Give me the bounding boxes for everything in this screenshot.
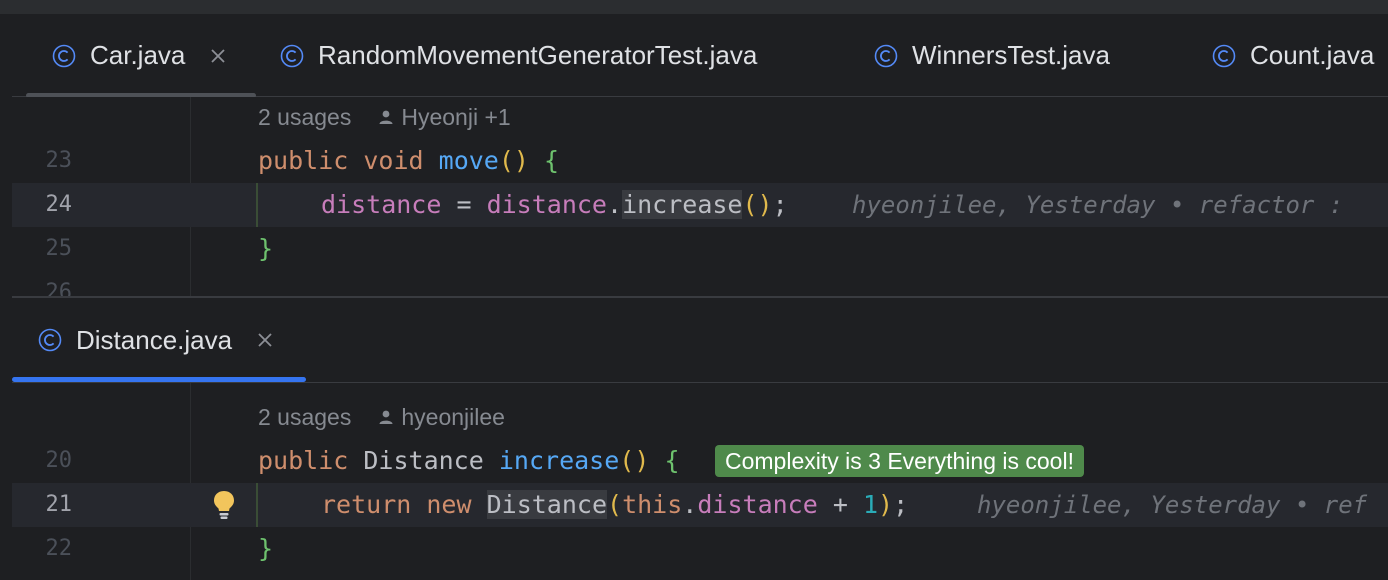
class-icon (280, 44, 304, 67)
lightbulb-icon[interactable] (212, 490, 236, 520)
code-author[interactable]: hyeonjilee (401, 397, 505, 437)
line-number: 20 (45, 448, 73, 473)
usages-count[interactable]: 2 usages (258, 397, 351, 437)
tab-label: Count.java (1250, 40, 1375, 70)
indent-guide (256, 483, 258, 527)
code-text: public Distance increase() { (258, 446, 680, 475)
tab-label: WinnersTest.java (912, 40, 1110, 70)
person-icon (379, 410, 393, 424)
tab-count-java[interactable]: Count.java (1212, 15, 1374, 96)
tab-label: Car.java (90, 40, 186, 70)
bottom-editor-pane[interactable]: 2 usages hyeonjilee 20 public Distance i… (12, 383, 1388, 580)
tab-random-movement-generator-test[interactable]: RandomMovementGeneratorTest.java (280, 15, 757, 96)
close-icon[interactable] (256, 331, 274, 349)
complexity-badge: Complexity is 3 Everything is cool! (715, 445, 1084, 477)
code-line[interactable]: 26 (12, 271, 1388, 296)
indent-guide (256, 183, 258, 227)
ide-window: Car.java RandomMovementGeneratorTest.jav… (0, 0, 1388, 580)
top-editor-pane[interactable]: 2 usages Hyeonji +1 23 public void move(… (12, 97, 1388, 296)
code-text: return new Distance(this.distance + 1); (321, 490, 909, 519)
bottom-tab-bar: Distance.java (12, 298, 1388, 383)
code-author[interactable]: Hyeonji +1 (401, 97, 510, 137)
close-icon[interactable] (209, 47, 227, 65)
line-number: 26 (45, 280, 73, 296)
usages-count[interactable]: 2 usages (258, 97, 351, 137)
code-line-current[interactable]: 21 return new Distance(this.distance + 1… (12, 483, 1388, 527)
class-icon (874, 44, 898, 67)
class-icon (38, 328, 62, 352)
person-icon (379, 110, 393, 124)
tab-label: Distance.java (76, 324, 233, 355)
tab-label: RandomMovementGeneratorTest.java (318, 40, 758, 70)
tab-car-java[interactable]: Car.java (52, 15, 227, 96)
code-vision-usages[interactable]: 2 usages hyeonjilee (258, 397, 505, 437)
inline-blame: hyeonjilee, Yesterday • ref (977, 491, 1368, 519)
code-line[interactable]: 22 } (12, 527, 1388, 571)
code-text: } (258, 534, 274, 563)
code-text: } (258, 234, 274, 263)
title-strip (0, 0, 1388, 15)
code-text: public void move() { (258, 146, 560, 175)
code-line[interactable]: 20 public Distance increase() { Complexi… (12, 439, 1388, 483)
code-line-current[interactable]: 24 distance = distance.increase(); hyeon… (12, 183, 1388, 227)
class-icon (52, 44, 76, 67)
active-tab-underline (12, 377, 306, 382)
line-number: 23 (45, 148, 73, 173)
class-icon (1212, 44, 1236, 67)
inline-blame: hyeonjilee, Yesterday • refactor : (852, 191, 1344, 219)
tab-winners-test[interactable]: WinnersTest.java (874, 15, 1110, 96)
line-number: 24 (45, 192, 73, 217)
left-edge (0, 15, 12, 580)
line-number: 22 (45, 536, 73, 561)
top-tab-bar: Car.java RandomMovementGeneratorTest.jav… (12, 15, 1388, 98)
line-number: 25 (45, 236, 73, 261)
code-text: distance = distance.increase(); (321, 190, 788, 219)
code-vision-usages[interactable]: 2 usages Hyeonji +1 (258, 97, 511, 137)
line-number: 21 (45, 492, 73, 517)
code-line[interactable]: 25 } (12, 227, 1388, 271)
tab-distance-java[interactable]: Distance.java (38, 298, 274, 382)
code-line[interactable]: 23 public void move() { (12, 139, 1388, 183)
